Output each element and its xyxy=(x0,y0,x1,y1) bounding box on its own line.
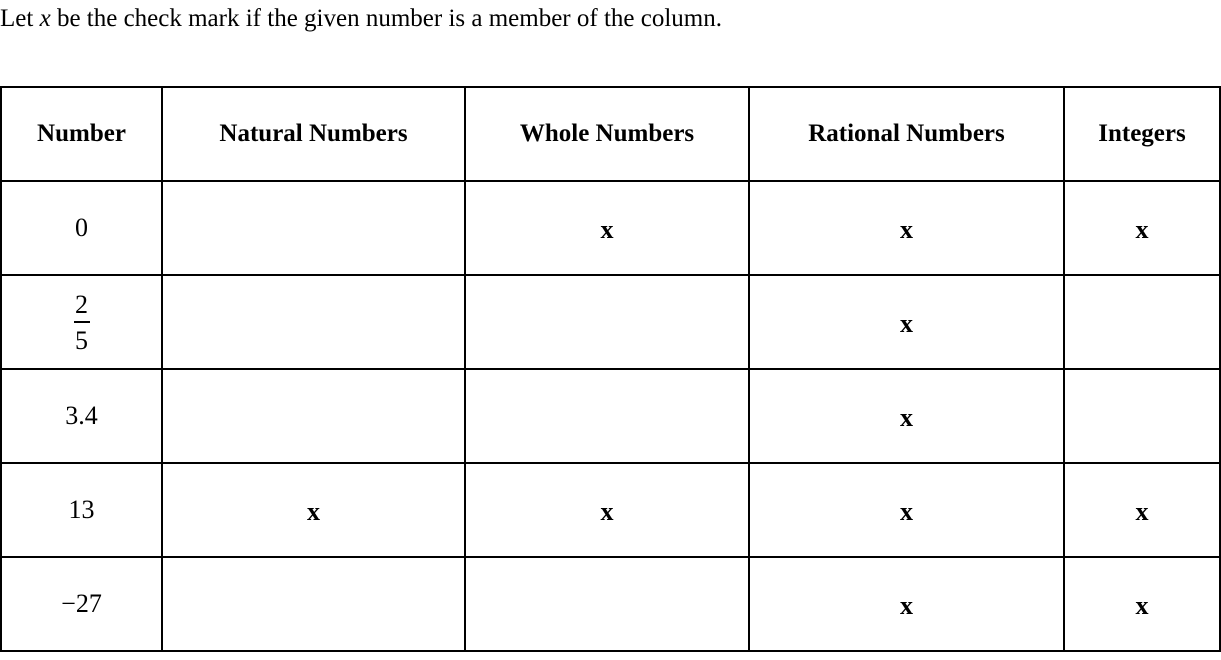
fraction-denominator: 5 xyxy=(75,326,88,355)
rational-cell: x xyxy=(748,180,1065,276)
number-cell: 2 5 xyxy=(0,274,163,370)
header-rational-numbers: Rational Numbers xyxy=(748,86,1065,182)
fraction: 2 5 xyxy=(73,290,90,355)
natural-cell: x xyxy=(161,462,466,558)
check-mark: x xyxy=(600,497,614,526)
number-cell: −27 xyxy=(0,556,163,652)
rational-cell: x xyxy=(748,368,1065,464)
check-mark: x xyxy=(1135,215,1149,244)
check-mark: x xyxy=(900,591,913,620)
check-mark: x xyxy=(900,309,913,338)
instruction-variable: x xyxy=(39,5,51,32)
check-mark: x xyxy=(900,497,913,526)
check-mark: x xyxy=(1135,497,1149,526)
instruction-prefix: Let xyxy=(0,5,40,32)
header-number: Number xyxy=(0,86,163,182)
header-natural-numbers: Natural Numbers xyxy=(161,86,466,182)
natural-cell xyxy=(161,556,466,652)
whole-cell: x xyxy=(464,462,750,558)
table-row: 2 5 x xyxy=(0,274,1221,370)
table-row: 0 x x x xyxy=(0,180,1221,276)
whole-cell xyxy=(464,556,750,652)
instruction-text: Let x be the check mark if the given num… xyxy=(0,4,722,34)
header-whole-numbers: Whole Numbers xyxy=(464,86,750,182)
natural-cell xyxy=(161,274,466,370)
number-cell: 0 xyxy=(0,180,163,276)
table-row: −27 x x xyxy=(0,556,1221,652)
whole-cell xyxy=(464,368,750,464)
number-classification-table: Number Natural Numbers Whole Numbers Rat… xyxy=(0,86,1221,652)
integer-cell: x xyxy=(1063,180,1221,276)
whole-cell: x xyxy=(464,180,750,276)
integer-cell: x xyxy=(1063,462,1221,558)
check-mark: x xyxy=(900,215,913,244)
table-header-row: Number Natural Numbers Whole Numbers Rat… xyxy=(0,86,1221,182)
whole-cell xyxy=(464,274,750,370)
rational-cell: x xyxy=(748,274,1065,370)
fraction-numerator: 2 xyxy=(75,290,88,319)
table-row: 13 x x x x xyxy=(0,462,1221,558)
number-cell: 3.4 xyxy=(0,368,163,464)
natural-cell xyxy=(161,180,466,276)
check-mark: x xyxy=(307,497,320,526)
table-row: 3.4 x xyxy=(0,368,1221,464)
integer-cell xyxy=(1063,274,1221,370)
check-mark: x xyxy=(900,403,913,432)
rational-cell: x xyxy=(748,462,1065,558)
check-mark: x xyxy=(600,215,614,244)
rational-cell: x xyxy=(748,556,1065,652)
header-integers: Integers xyxy=(1063,86,1221,182)
instruction-suffix: be the check mark if the given number is… xyxy=(50,5,722,32)
check-mark: x xyxy=(1135,591,1149,620)
natural-cell xyxy=(161,368,466,464)
integer-cell xyxy=(1063,368,1221,464)
number-cell: 13 xyxy=(0,462,163,558)
integer-cell: x xyxy=(1063,556,1221,652)
